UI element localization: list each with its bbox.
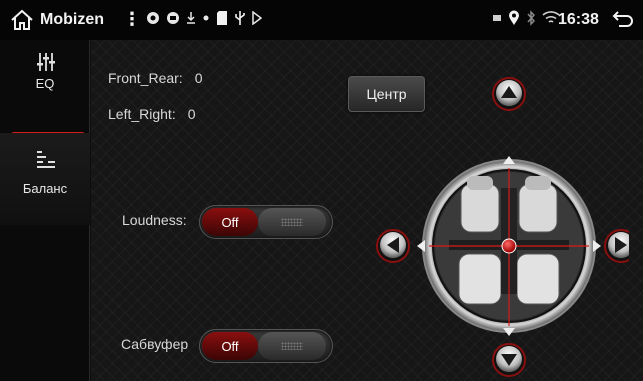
sidebar: EQ Баланс <box>0 40 90 381</box>
sd-card-icon <box>217 11 227 25</box>
battery-saver-icon <box>493 15 501 21</box>
tab-eq-label: EQ <box>35 76 55 91</box>
subwoofer-toggle-grip <box>258 332 326 360</box>
subwoofer-label: Сабвуфер <box>121 336 189 352</box>
download-icon <box>187 12 195 24</box>
home-icon[interactable] <box>10 9 34 31</box>
back-icon[interactable] <box>612 10 634 30</box>
left-right-readout: Left_Right: 0 <box>108 106 196 122</box>
down-arrow-button[interactable] <box>492 343 526 377</box>
location-icon <box>509 10 519 25</box>
front-rear-readout: Front_Rear: 0 <box>108 70 203 86</box>
balance-panel: Front_Rear: 0 Left_Right: 0 Центр Loudness… <box>91 40 643 381</box>
subwoofer-toggle-state: Off <box>202 332 258 360</box>
tab-balance[interactable]: Баланс <box>0 133 90 225</box>
up-arrow-button[interactable] <box>492 77 526 111</box>
right-arrow-button[interactable] <box>604 229 629 263</box>
left-right-value: 0 <box>187 106 196 122</box>
status-bar: Mobizen ⋮ 16:38 <box>0 0 643 40</box>
app-title: Mobizen <box>40 11 104 28</box>
overflow-menu-icon[interactable]: ⋮ <box>123 9 141 30</box>
equalizer-sliders-icon <box>37 53 55 71</box>
mobizen-notification-icon <box>147 12 159 24</box>
left-arrow-button[interactable] <box>376 229 410 263</box>
front-rear-label: Front_Rear: <box>108 70 183 86</box>
loudness-toggle[interactable]: Off <box>199 205 333 239</box>
notification-icons <box>146 10 262 26</box>
loudness-toggle-state: Off <box>202 208 258 236</box>
record-notification-icon <box>167 12 179 24</box>
usb-icon <box>235 11 245 25</box>
bluetooth-icon <box>527 10 536 26</box>
balance-bars-icon <box>37 151 55 168</box>
play-store-icon <box>252 11 262 25</box>
front-rear-value: 0 <box>194 70 203 86</box>
system-icons <box>492 10 560 26</box>
clock: 16:38 <box>558 11 599 28</box>
balance-position-dot[interactable] <box>501 238 517 254</box>
balance-control[interactable] <box>369 76 629 381</box>
left-right-label: Left_Right: <box>108 106 176 122</box>
tab-balance-label: Баланс <box>22 181 68 196</box>
dot-notification-icon <box>203 15 209 21</box>
loudness-toggle-grip <box>258 208 326 236</box>
subwoofer-toggle[interactable]: Off <box>199 329 333 363</box>
tab-eq[interactable]: EQ <box>0 40 90 132</box>
loudness-label: Loudness: <box>122 212 187 228</box>
